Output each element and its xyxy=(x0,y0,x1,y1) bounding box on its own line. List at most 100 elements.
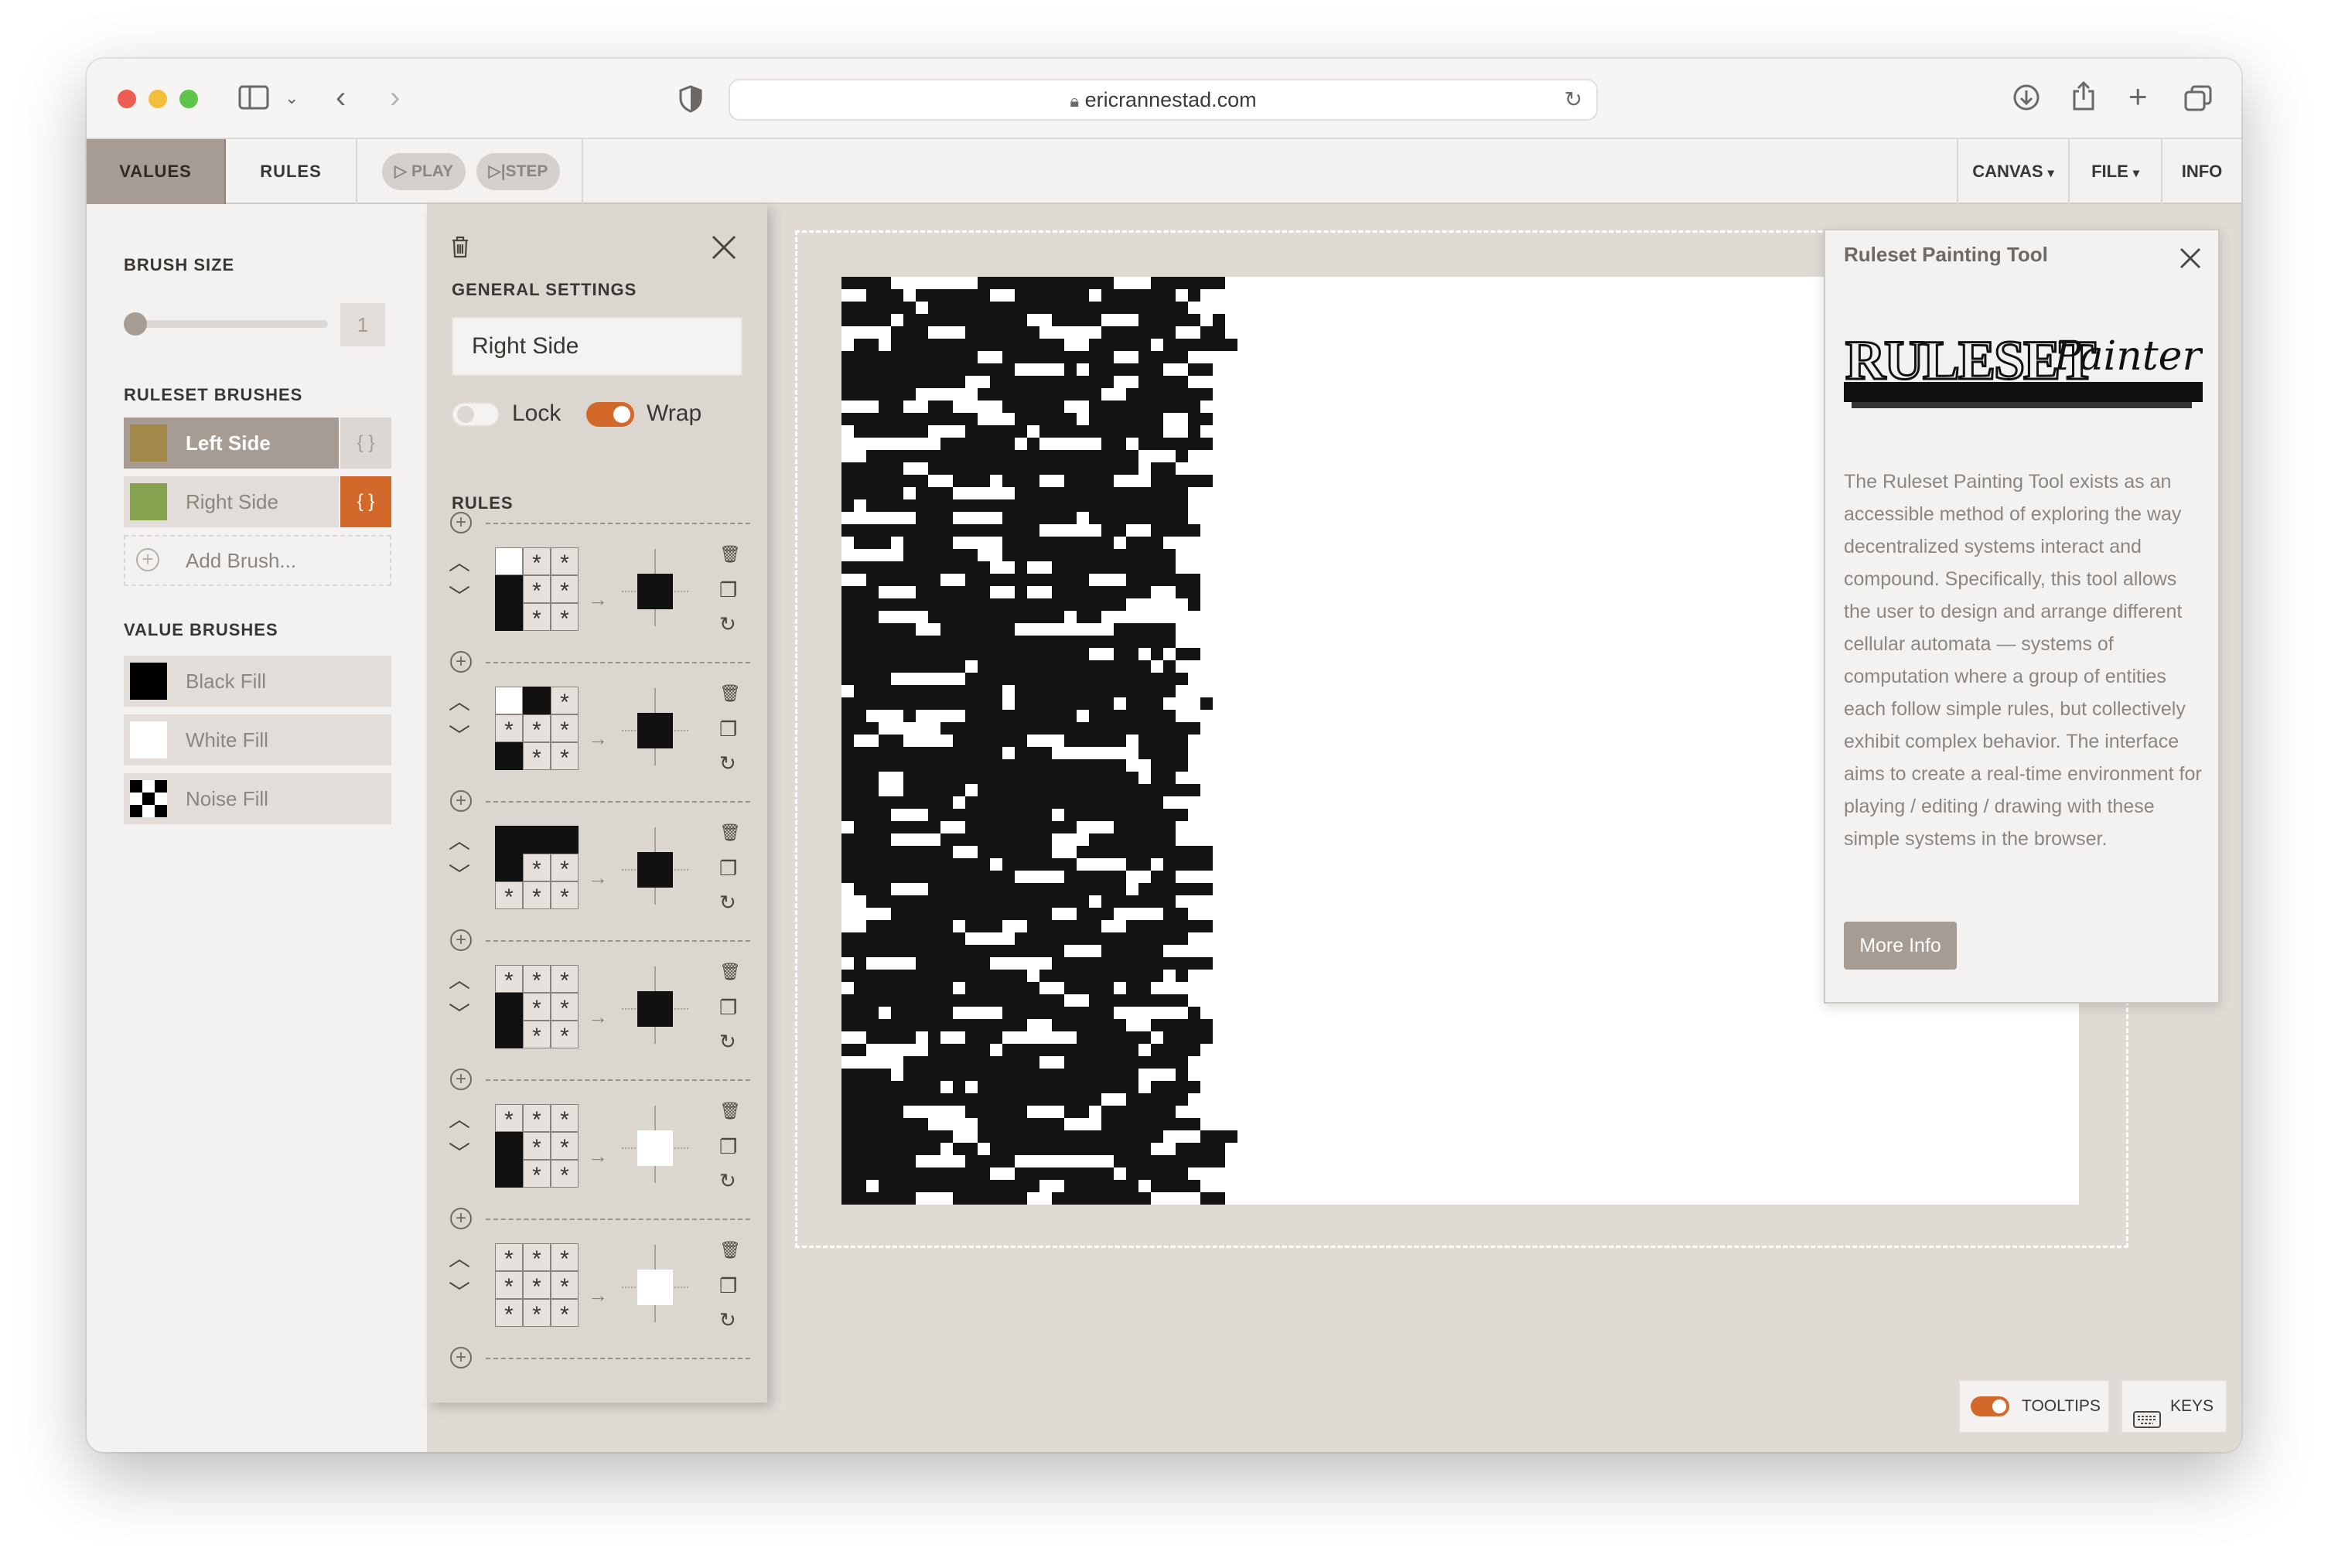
tab-rules[interactable]: RULES xyxy=(226,139,357,204)
value-brush-white-fill[interactable]: White Fill xyxy=(124,714,391,765)
any-cell[interactable]: * xyxy=(523,603,551,632)
black-cell[interactable] xyxy=(495,603,523,631)
black-cell[interactable] xyxy=(523,826,551,854)
copy-icon[interactable]: ❐ xyxy=(719,580,737,600)
any-cell[interactable]: * xyxy=(551,1299,579,1328)
any-cell[interactable]: * xyxy=(523,742,551,771)
any-cell[interactable]: * xyxy=(523,1271,551,1300)
trash-icon[interactable]: 🗑︎ xyxy=(719,685,741,702)
maximize-window-button[interactable] xyxy=(179,90,198,108)
black-cell[interactable] xyxy=(495,993,523,1021)
reload-icon[interactable]: ↻ xyxy=(1565,80,1582,119)
any-cell[interactable]: * xyxy=(551,881,579,910)
forward-icon[interactable]: › xyxy=(390,82,400,113)
any-cell[interactable]: * xyxy=(523,1299,551,1328)
any-cell[interactable]: * xyxy=(551,1104,579,1133)
value-brush-black-fill[interactable]: Black Fill xyxy=(124,656,391,707)
any-cell[interactable]: * xyxy=(495,1243,523,1272)
any-cell[interactable]: * xyxy=(523,1104,551,1133)
black-cell[interactable] xyxy=(551,826,579,854)
white-cell[interactable] xyxy=(495,547,523,575)
output-black-cell[interactable] xyxy=(637,852,673,888)
any-cell[interactable]: * xyxy=(551,1271,579,1300)
edit-brush-rules-button[interactable]: { } xyxy=(340,418,391,469)
white-cell[interactable] xyxy=(495,687,523,714)
brush-size-slider-knob[interactable] xyxy=(124,312,147,336)
add-brush-button[interactable]: + Add Brush... xyxy=(124,535,391,586)
trash-icon[interactable]: 🗑︎ xyxy=(719,1242,741,1259)
any-cell[interactable]: * xyxy=(551,965,579,994)
trash-icon[interactable]: 🗑︎ xyxy=(719,824,741,841)
copy-icon[interactable]: ❐ xyxy=(719,1137,737,1157)
any-cell[interactable]: * xyxy=(495,1299,523,1328)
trash-icon[interactable] xyxy=(450,235,470,264)
any-cell[interactable]: * xyxy=(523,1243,551,1272)
any-cell[interactable]: * xyxy=(523,714,551,743)
any-cell[interactable]: * xyxy=(495,1271,523,1300)
tab-values[interactable]: VALUES xyxy=(87,139,226,204)
output-black-cell[interactable] xyxy=(637,574,673,609)
share-icon[interactable] xyxy=(2071,80,2096,116)
output-white-cell[interactable] xyxy=(637,1130,673,1166)
any-cell[interactable]: * xyxy=(551,687,579,715)
value-brush-noise-fill[interactable]: Noise Fill xyxy=(124,773,391,824)
output-black-cell[interactable] xyxy=(637,713,673,748)
step-button[interactable]: ▷|STEP xyxy=(476,153,560,190)
move-up-icon[interactable]: ︿ xyxy=(449,1248,470,1270)
any-cell[interactable]: * xyxy=(551,854,579,882)
black-cell[interactable] xyxy=(495,854,523,881)
new-tab-icon[interactable]: + xyxy=(2128,80,2148,113)
edit-brush-rules-button-active[interactable]: { } xyxy=(340,476,391,527)
any-cell[interactable]: * xyxy=(523,547,551,576)
any-cell[interactable]: * xyxy=(523,965,551,994)
move-up-icon[interactable]: ︿ xyxy=(449,691,470,713)
minimize-window-button[interactable] xyxy=(148,90,167,108)
any-cell[interactable]: * xyxy=(551,547,579,576)
any-cell[interactable]: * xyxy=(551,714,579,743)
any-cell[interactable]: * xyxy=(523,993,551,1021)
reset-icon[interactable]: ↻ xyxy=(719,753,736,773)
move-down-icon[interactable]: ﹀ xyxy=(449,725,470,747)
ruleset-brush-left-side[interactable]: Left Side xyxy=(124,418,339,469)
move-down-icon[interactable]: ﹀ xyxy=(449,1143,470,1164)
brush-size-value[interactable]: 1 xyxy=(340,303,385,346)
close-window-button[interactable] xyxy=(118,90,136,108)
any-cell[interactable]: * xyxy=(523,1021,551,1049)
ruleset-brush-right-side[interactable]: Right Side xyxy=(124,476,339,527)
output-black-cell[interactable] xyxy=(637,991,673,1027)
black-cell[interactable] xyxy=(495,1021,523,1048)
reset-icon[interactable]: ↻ xyxy=(719,614,736,634)
tooltips-toggle-button[interactable]: TOOLTIPS xyxy=(1958,1379,2110,1433)
any-cell[interactable]: * xyxy=(523,1132,551,1161)
privacy-shield-icon[interactable] xyxy=(679,85,702,118)
file-menu[interactable]: FILE ▾ xyxy=(2068,139,2161,204)
any-cell[interactable]: * xyxy=(551,1243,579,1272)
reset-icon[interactable]: ↻ xyxy=(719,892,736,912)
trash-icon[interactable]: 🗑︎ xyxy=(719,963,741,980)
move-down-icon[interactable]: ﹀ xyxy=(449,1282,470,1304)
any-cell[interactable]: * xyxy=(495,965,523,994)
any-cell[interactable]: * xyxy=(551,1132,579,1161)
chevron-down-icon[interactable]: ⌄ xyxy=(285,90,299,107)
lock-toggle[interactable] xyxy=(452,402,500,427)
black-cell[interactable] xyxy=(523,687,551,714)
any-cell[interactable]: * xyxy=(551,993,579,1021)
any-cell[interactable]: * xyxy=(523,881,551,910)
any-cell[interactable]: * xyxy=(495,881,523,910)
copy-icon[interactable]: ❐ xyxy=(719,719,737,739)
ruleset-name-input[interactable]: Right Side xyxy=(452,317,742,376)
any-cell[interactable]: * xyxy=(523,575,551,604)
move-down-icon[interactable]: ﹀ xyxy=(449,586,470,608)
any-cell[interactable]: * xyxy=(551,742,579,771)
move-up-icon[interactable]: ︿ xyxy=(449,1109,470,1130)
move-down-icon[interactable]: ﹀ xyxy=(449,1004,470,1025)
address-bar[interactable]: 🔒︎ ericrannestad.com ↻ xyxy=(729,79,1598,121)
brush-size-slider[interactable] xyxy=(124,312,328,336)
black-cell[interactable] xyxy=(495,826,523,854)
canvas-menu[interactable]: CANVAS ▾ xyxy=(1957,139,2068,204)
output-white-cell[interactable] xyxy=(637,1270,673,1305)
any-cell[interactable]: * xyxy=(523,1160,551,1188)
info-tab[interactable]: INFO xyxy=(2161,139,2241,204)
move-up-icon[interactable]: ︿ xyxy=(449,970,470,991)
black-cell[interactable] xyxy=(495,575,523,603)
